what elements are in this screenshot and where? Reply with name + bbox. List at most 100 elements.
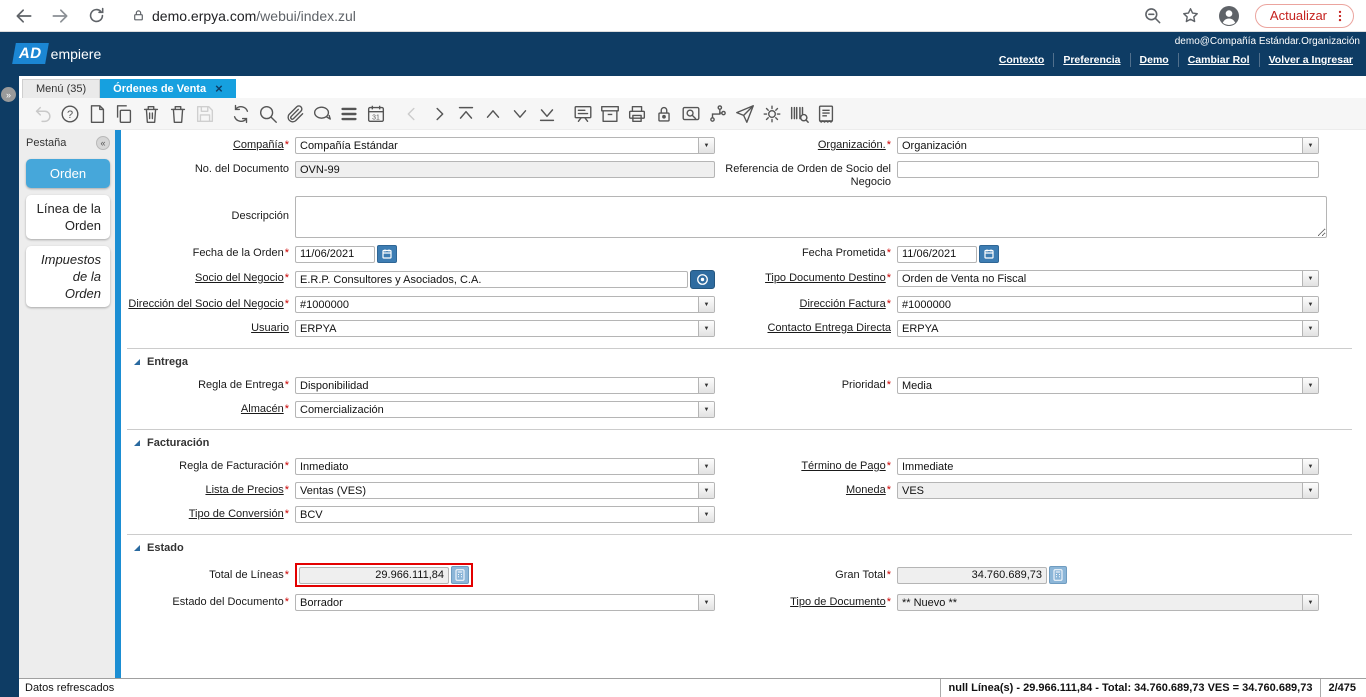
- tipo-doc-destino-combobox[interactable]: ▼: [897, 270, 1319, 287]
- label-direccion-factura[interactable]: Dirección Factura: [800, 298, 886, 310]
- refresh-button[interactable]: [227, 100, 254, 127]
- link-volver-a-ingresar[interactable]: Volver a Ingresar: [1258, 53, 1362, 67]
- section-estado[interactable]: Estado: [127, 534, 1352, 554]
- direccion-factura-dropdown-icon[interactable]: ▼: [1302, 297, 1318, 312]
- tab-menu[interactable]: Menú (35): [22, 79, 101, 98]
- sidebar-tab-orden[interactable]: Orden: [26, 159, 110, 188]
- moneda-input[interactable]: [898, 483, 1302, 498]
- zoom-across-button[interactable]: [677, 100, 704, 127]
- lista-precios-combobox[interactable]: ▼: [295, 482, 715, 499]
- regla-facturacion-combobox[interactable]: ▼: [295, 458, 715, 475]
- label-direccion-socio[interactable]: Dirección del Socio del Negocio: [128, 298, 283, 310]
- sidebar-collapse-button[interactable]: «: [96, 136, 110, 150]
- address-bar[interactable]: demo.erpya.com/webui/index.zul: [132, 8, 356, 24]
- regla-entrega-input[interactable]: [296, 378, 698, 393]
- gran-total-calculator-button[interactable]: [1049, 566, 1067, 584]
- profile-avatar[interactable]: [1217, 4, 1241, 28]
- prioridad-combobox[interactable]: ▼: [897, 377, 1319, 394]
- almacen-dropdown-icon[interactable]: ▼: [698, 402, 714, 417]
- browser-update-button[interactable]: Actualizar: [1254, 3, 1354, 28]
- referencia-input[interactable]: [897, 161, 1319, 178]
- usuario-dropdown-icon[interactable]: ▼: [698, 321, 714, 336]
- direccion-factura-combobox[interactable]: ▼: [897, 296, 1319, 313]
- termino-pago-combobox[interactable]: ▼: [897, 458, 1319, 475]
- link-preferencia[interactable]: Preferencia: [1053, 53, 1129, 67]
- tipo-doc-destino-dropdown-icon[interactable]: ▼: [1302, 271, 1318, 286]
- tipo-conversion-input[interactable]: [296, 507, 698, 522]
- link-demo[interactable]: Demo: [1129, 53, 1178, 67]
- label-socio[interactable]: Socio del Negocio: [195, 272, 284, 284]
- menu-expand-button[interactable]: »: [1, 87, 16, 102]
- regla-entrega-combobox[interactable]: ▼: [295, 377, 715, 394]
- fecha-prometida-calendar-button[interactable]: [979, 245, 999, 263]
- label-tipo-doc-destino[interactable]: Tipo Documento Destino: [765, 272, 886, 284]
- attachment-button[interactable]: [281, 100, 308, 127]
- copy-record-button[interactable]: [110, 100, 137, 127]
- bookmark-star-icon[interactable]: [1179, 4, 1203, 28]
- descripcion-textarea[interactable]: [295, 196, 1327, 238]
- section-entrega[interactable]: Entrega: [127, 348, 1352, 368]
- organizacion-combobox[interactable]: ▼: [897, 137, 1319, 154]
- almacen-input[interactable]: [296, 402, 698, 417]
- total-lineas-calculator-button[interactable]: [451, 566, 469, 584]
- moneda-combobox[interactable]: ▼: [897, 482, 1319, 499]
- tipo-doc-destino-input[interactable]: [898, 271, 1302, 286]
- help-button[interactable]: ?: [56, 100, 83, 127]
- product-info-button[interactable]: [785, 100, 812, 127]
- usuario-input[interactable]: [296, 321, 698, 336]
- socio-input[interactable]: [295, 271, 688, 288]
- parent-record-button[interactable]: [398, 100, 425, 127]
- tipo-conversion-dropdown-icon[interactable]: ▼: [698, 507, 714, 522]
- label-contacto[interactable]: Contacto Entrega Directa: [767, 322, 891, 334]
- first-record-button[interactable]: [452, 100, 479, 127]
- direccion-socio-combobox[interactable]: ▼: [295, 296, 715, 313]
- direccion-factura-input[interactable]: [898, 297, 1302, 312]
- termino-pago-dropdown-icon[interactable]: ▼: [1302, 459, 1318, 474]
- lista-precios-input[interactable]: [296, 483, 698, 498]
- prioridad-input[interactable]: [898, 378, 1302, 393]
- last-record-button[interactable]: [533, 100, 560, 127]
- direccion-socio-dropdown-icon[interactable]: ▼: [698, 297, 714, 312]
- no-documento-input[interactable]: [295, 161, 715, 178]
- almacen-combobox[interactable]: ▼: [295, 401, 715, 418]
- organizacion-input[interactable]: [898, 138, 1302, 153]
- delete-record-button[interactable]: [137, 100, 164, 127]
- forward-icon[interactable]: [48, 4, 72, 28]
- new-record-button[interactable]: [83, 100, 110, 127]
- sidebar-tab-impuestos-de-la-orden[interactable]: Impuestos de la Orden: [26, 246, 110, 307]
- label-moneda[interactable]: Moneda: [846, 484, 886, 496]
- label-lista-precios[interactable]: Lista de Precios: [205, 484, 283, 496]
- label-tipo-conversion[interactable]: Tipo de Conversión: [189, 508, 284, 520]
- tipo-documento-input[interactable]: [898, 595, 1302, 610]
- tab-close-icon[interactable]: ×: [215, 82, 223, 95]
- section-facturacion[interactable]: Facturación: [127, 429, 1352, 449]
- chat-button[interactable]: [308, 100, 335, 127]
- label-almacen[interactable]: Almacén: [241, 403, 284, 415]
- organizacion-dropdown-icon[interactable]: ▼: [1302, 138, 1318, 153]
- contacto-input[interactable]: [898, 321, 1302, 336]
- report-button[interactable]: [812, 100, 839, 127]
- usuario-combobox[interactable]: ▼: [295, 320, 715, 337]
- previous-record-button[interactable]: [479, 100, 506, 127]
- archive-button[interactable]: [596, 100, 623, 127]
- socio-search-button[interactable]: [689, 270, 715, 289]
- tipo-documento-combobox[interactable]: ▼: [897, 594, 1319, 611]
- regla-facturacion-input[interactable]: [296, 459, 698, 474]
- lista-precios-dropdown-icon[interactable]: ▼: [698, 483, 714, 498]
- contacto-dropdown-icon[interactable]: ▼: [1302, 321, 1318, 336]
- send-button[interactable]: [731, 100, 758, 127]
- tipo-conversion-combobox[interactable]: ▼: [295, 506, 715, 523]
- regla-entrega-dropdown-icon[interactable]: ▼: [698, 378, 714, 393]
- label-termino-pago[interactable]: Término de Pago: [801, 460, 885, 472]
- gran-total-input[interactable]: [897, 566, 1047, 584]
- label-tipo-documento[interactable]: Tipo de Documento: [790, 596, 886, 608]
- detail-record-button[interactable]: [425, 100, 452, 127]
- link-cambiar-rol[interactable]: Cambiar Rol: [1177, 53, 1259, 67]
- record-log-button[interactable]: [335, 100, 362, 127]
- calendar-button[interactable]: 31: [362, 100, 389, 127]
- moneda-dropdown-icon[interactable]: ▼: [1302, 483, 1318, 498]
- prioridad-dropdown-icon[interactable]: ▼: [1302, 378, 1318, 393]
- undo-button[interactable]: [29, 100, 56, 127]
- preferences-button[interactable]: [758, 100, 785, 127]
- find-button[interactable]: [254, 100, 281, 127]
